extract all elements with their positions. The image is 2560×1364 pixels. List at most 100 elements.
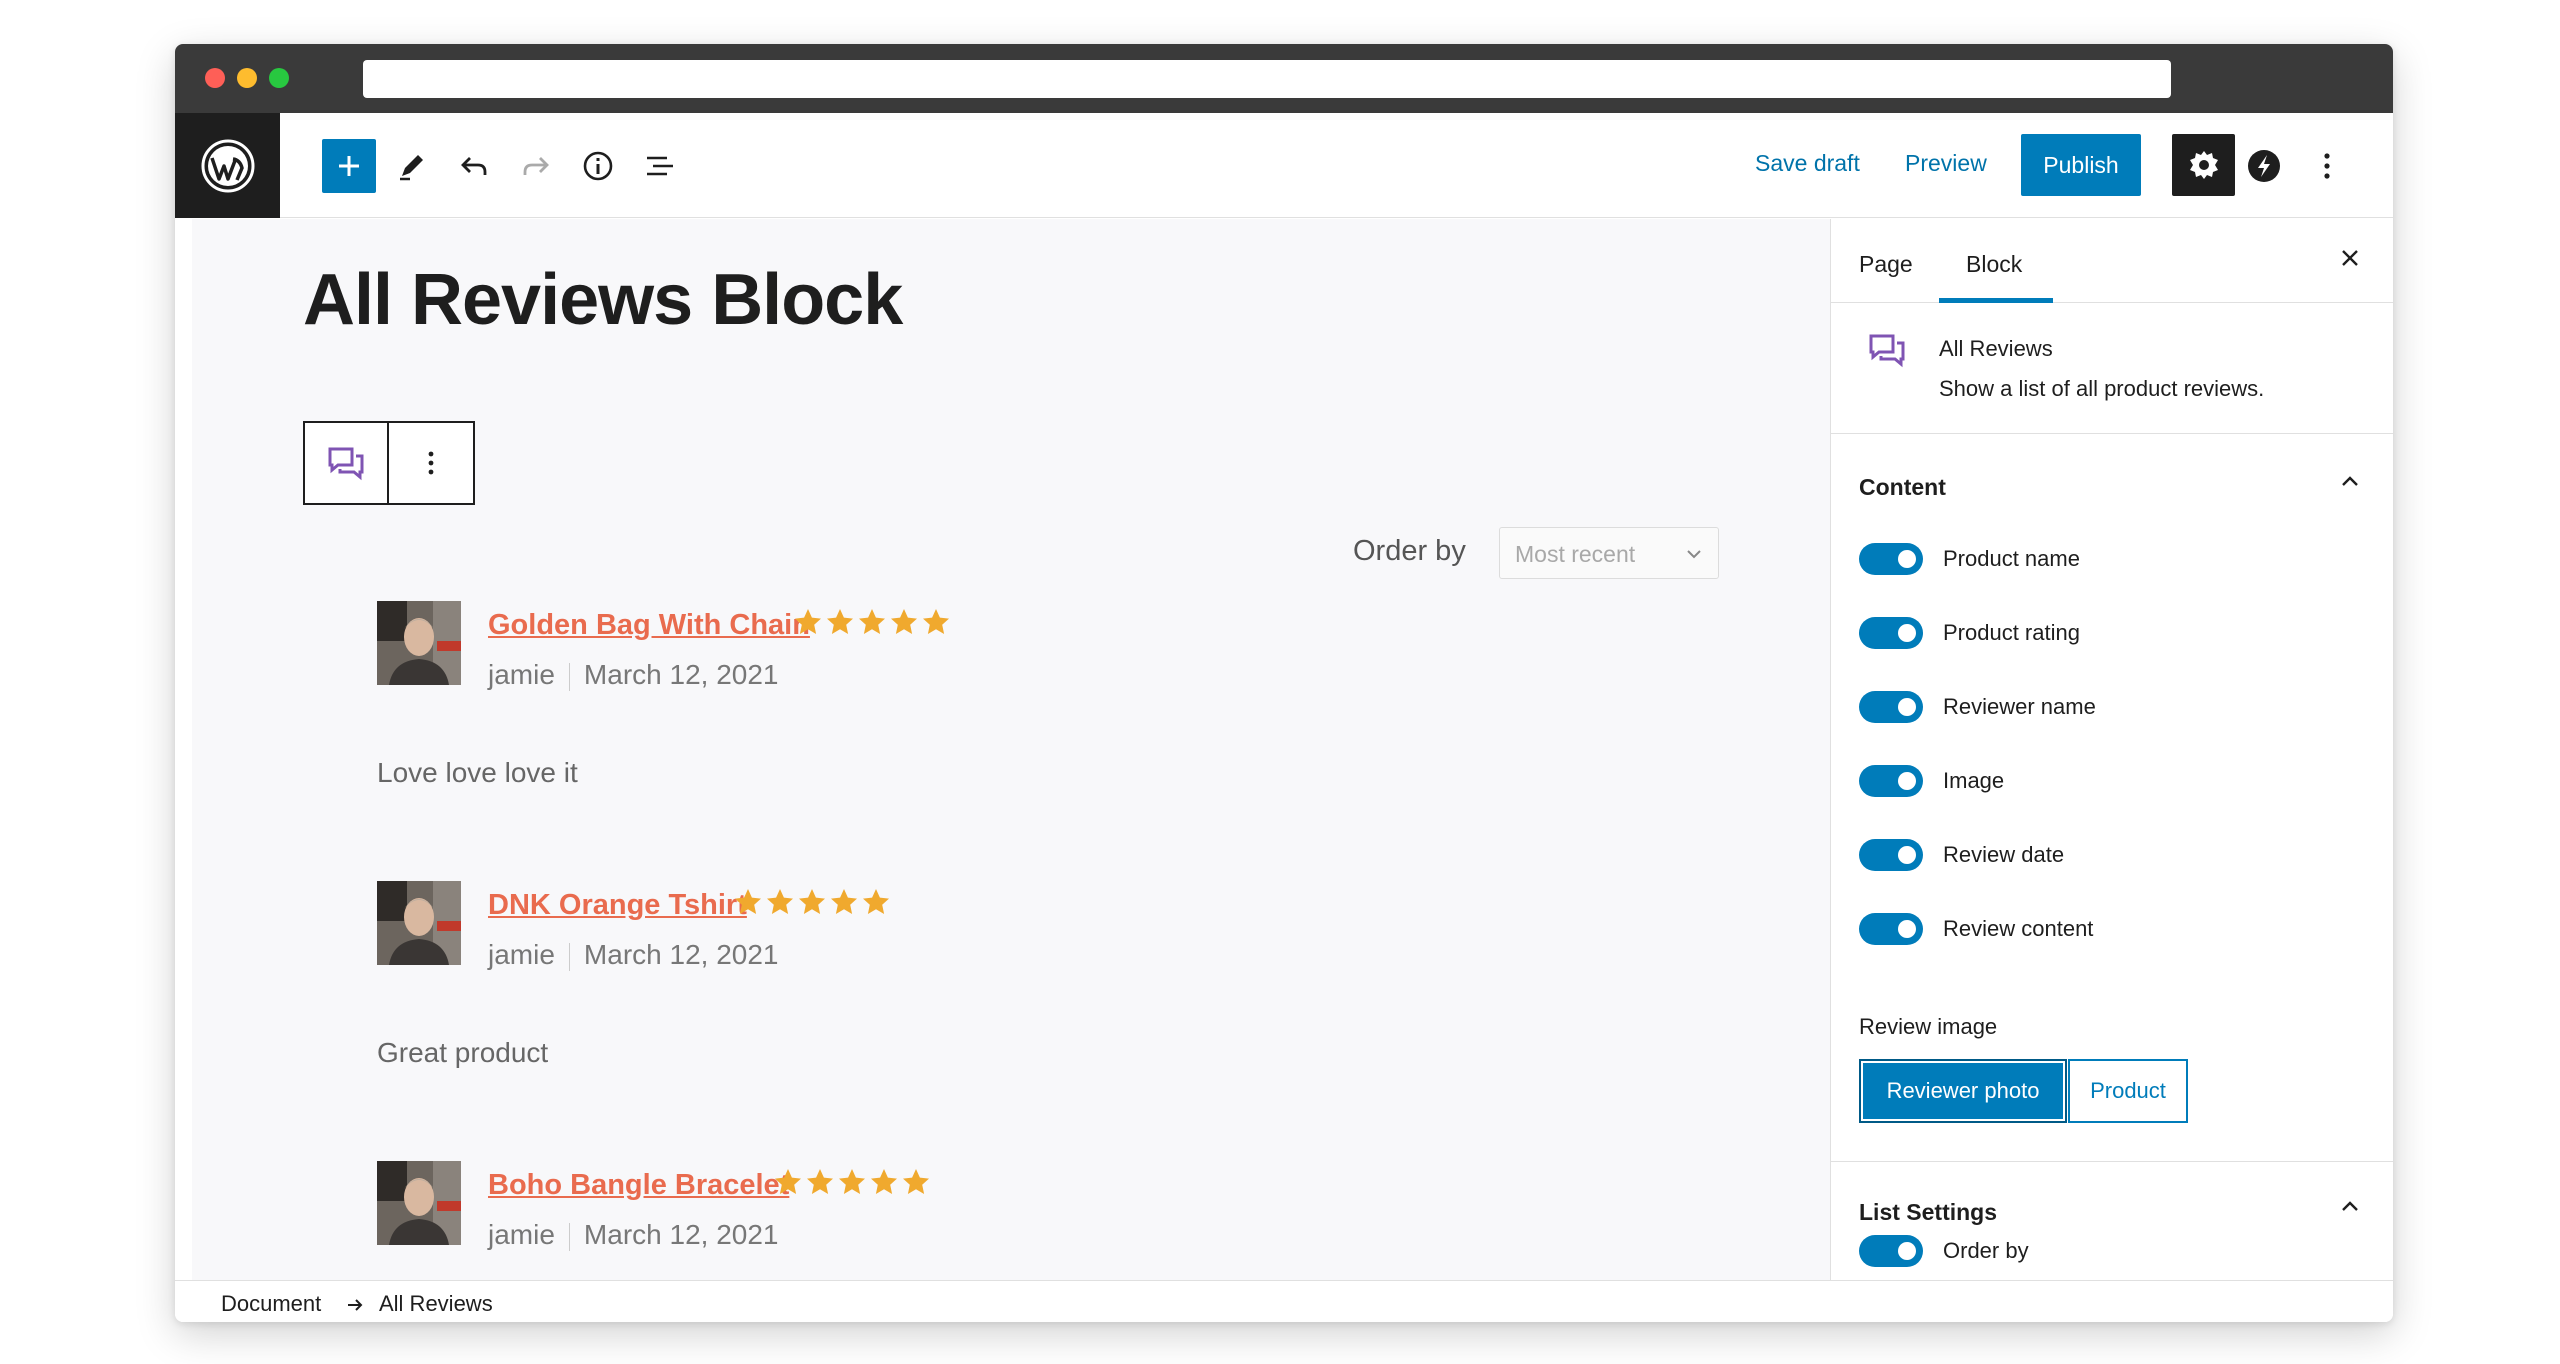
save-draft-button[interactable]: Save draft — [1755, 150, 1860, 177]
content-panel-toggle[interactable]: Content — [1859, 474, 1946, 501]
product-name-link[interactable]: Golden Bag With Chain — [488, 609, 810, 642]
block-card: All Reviews Show a list of all product r… — [1831, 304, 2393, 434]
close-sidebar-button[interactable] — [2339, 247, 2361, 274]
tools-button[interactable] — [385, 139, 439, 193]
star-icon — [767, 889, 793, 914]
chevron-up-icon — [2342, 476, 2358, 486]
list-view-icon — [647, 156, 673, 176]
undo-button[interactable] — [447, 139, 501, 193]
review-image-label: Review image — [1859, 1014, 1998, 1039]
address-bar[interactable] — [363, 60, 2171, 98]
toggle-label: Image — [1943, 768, 2005, 793]
star-icon — [839, 1169, 865, 1194]
block-card-description: Show a list of all product reviews. — [1939, 376, 2265, 401]
product-name-link[interactable]: Boho Bangle Bracelet — [488, 1169, 789, 1202]
comments-icon — [328, 447, 364, 481]
review-content: Love love love it — [377, 757, 578, 788]
wordpress-logo-button[interactable] — [175, 113, 280, 218]
review-image-reviewer-photo-button[interactable]: Reviewer photo — [1859, 1059, 2067, 1123]
tab-block[interactable]: Block — [1966, 251, 2022, 278]
publish-button[interactable]: Publish — [2021, 134, 2141, 196]
more-vertical-icon — [2324, 153, 2330, 179]
review-item: Boho Bangle Bracelet jamie March 12, 2021 — [377, 1161, 1677, 1280]
block-card-title: All Reviews — [1939, 336, 2053, 361]
toggle-product-rating[interactable]: Product rating — [1859, 613, 2359, 653]
pencil-icon — [400, 155, 423, 181]
product-rating — [773, 1167, 931, 1197]
review-content: Great product — [377, 1037, 549, 1068]
editor-canvas: All Reviews Block Order by Most recent G… — [192, 219, 1830, 1280]
breadcrumb: Document All Reviews — [175, 1280, 2393, 1322]
toggle-switch[interactable] — [1859, 543, 1923, 575]
editor-toolbar: Save draft Preview Publish — [175, 113, 2393, 218]
toggle-label: Order by — [1943, 1238, 2029, 1263]
toggle-switch[interactable] — [1859, 1235, 1923, 1267]
browser-window: Save draft Preview Publish All Reviews B… — [175, 44, 2393, 1322]
tab-page[interactable]: Page — [1859, 251, 1913, 278]
chevron-down-icon — [1687, 550, 1701, 559]
chevron-up-icon — [2342, 1201, 2358, 1211]
product-name-link[interactable]: DNK Orange Tshirt — [488, 889, 747, 922]
toggle-switch[interactable] — [1859, 913, 1923, 945]
breadcrumb-document[interactable]: Document — [221, 1291, 321, 1317]
reviewer-name: jamie — [488, 659, 555, 690]
toggle-switch[interactable] — [1859, 839, 1923, 871]
order-by-select[interactable]: Most recent — [1499, 527, 1719, 579]
list-view-button[interactable] — [633, 139, 687, 193]
toggle-reviewer-name[interactable]: Reviewer name — [1859, 687, 2359, 727]
order-by-value: Most recent — [1515, 541, 1636, 567]
toggle-image[interactable]: Image — [1859, 761, 2359, 801]
redo-icon — [523, 157, 549, 175]
preview-button[interactable]: Preview — [1905, 150, 1987, 177]
review-meta: jamie March 12, 2021 — [488, 659, 779, 691]
toggle-review-date[interactable]: Review date — [1859, 835, 2359, 875]
review-meta: jamie March 12, 2021 — [488, 939, 779, 971]
content-panel-collapse-button[interactable] — [2339, 471, 2361, 498]
list-settings-panel-toggle[interactable]: List Settings — [1859, 1199, 1997, 1226]
star-icon — [799, 889, 825, 914]
review-date: March 12, 2021 — [583, 1219, 779, 1250]
more-vertical-icon — [428, 451, 434, 475]
star-icon — [827, 609, 853, 634]
list-settings-collapse-button[interactable] — [2339, 1196, 2361, 1223]
browser-titlebar — [175, 44, 2393, 113]
settings-button[interactable] — [2172, 134, 2235, 196]
toggle-label: Review date — [1943, 842, 2065, 867]
breadcrumb-all-reviews[interactable]: All Reviews — [379, 1291, 493, 1317]
toggle-switch[interactable] — [1859, 617, 1923, 649]
block-options-button[interactable] — [389, 423, 473, 503]
product-rating — [733, 887, 891, 917]
settings-sidebar: Page Block All Reviews Show a list of al… — [1830, 219, 2393, 1280]
sidebar-tabs: Page Block — [1831, 219, 2393, 303]
jetpack-icon — [2248, 150, 2280, 182]
redo-button[interactable] — [509, 139, 563, 193]
maximize-window-button[interactable] — [269, 68, 289, 88]
options-menu-button[interactable] — [2300, 139, 2354, 193]
undo-icon — [461, 157, 487, 175]
minimize-window-button[interactable] — [237, 68, 257, 88]
toggle-label: Product name — [1943, 546, 2080, 571]
review-image-product-button[interactable]: Product — [2068, 1059, 2188, 1123]
toggle-order-by[interactable]: Order by — [1859, 1231, 2359, 1271]
add-block-button[interactable] — [322, 139, 376, 193]
wordpress-logo-icon — [201, 139, 254, 192]
toggle-label: Product rating — [1943, 620, 2080, 645]
block-type-button[interactable] — [305, 423, 390, 503]
reviewer-avatar — [377, 601, 461, 685]
details-button[interactable] — [571, 139, 625, 193]
close-window-button[interactable] — [205, 68, 225, 88]
plus-icon — [339, 156, 359, 176]
toggle-switch[interactable] — [1859, 691, 1923, 723]
toggle-review-content[interactable]: Review content — [1859, 909, 2359, 949]
star-icon — [775, 1169, 801, 1194]
page-title[interactable]: All Reviews Block — [303, 259, 903, 341]
close-icon — [2342, 250, 2358, 266]
block-icon — [1867, 332, 1907, 373]
star-icon — [863, 889, 889, 914]
reviewer-avatar — [377, 1161, 461, 1245]
reviewer-name: jamie — [488, 939, 555, 970]
jetpack-button[interactable] — [2237, 139, 2291, 193]
toggle-switch[interactable] — [1859, 765, 1923, 797]
reviewer-name: jamie — [488, 1219, 555, 1250]
toggle-product-name[interactable]: Product name — [1859, 539, 2359, 579]
